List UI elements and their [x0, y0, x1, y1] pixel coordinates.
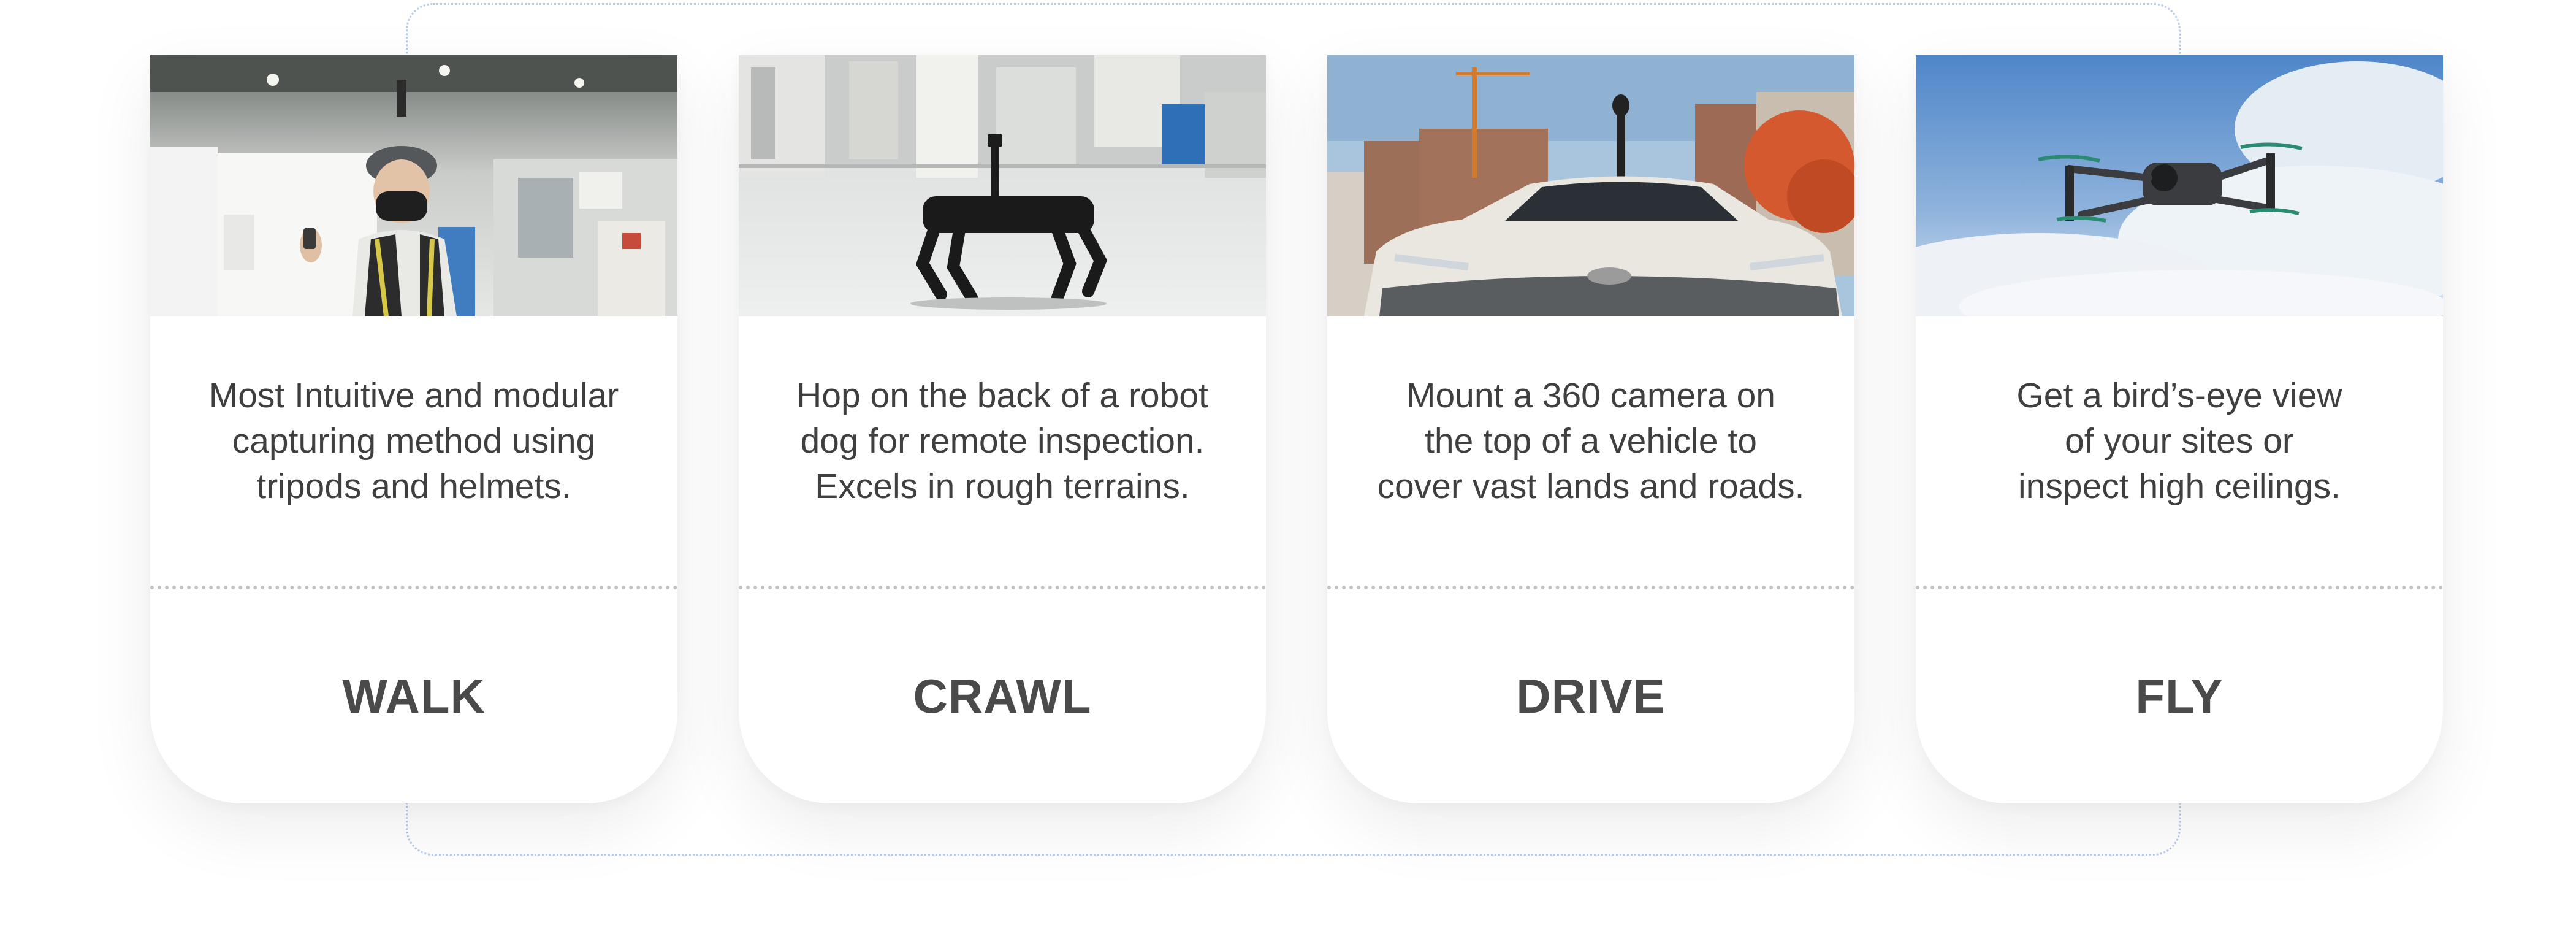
mode-label-fly: FLY [2135, 669, 2224, 723]
mode-label-walk: WALK [342, 669, 486, 723]
description-line: Most Intuitive and modular [208, 376, 619, 415]
mode-label-drive: DRIVE [1516, 669, 1666, 723]
description-line: Get a bird’s-eye view [2016, 376, 2342, 415]
drive-photo [1327, 55, 1854, 316]
dotted-divider [150, 586, 677, 589]
dotted-divider [1327, 586, 1854, 589]
card-drive: Mount a 360 camera on the top of a vehic… [1327, 55, 1854, 803]
fly-description: Get a bird’s-eye view of your sites or i… [1940, 373, 2418, 509]
card-crawl: Hop on the back of a robot dog for remot… [739, 55, 1266, 803]
description-line: the top of a vehicle to [1425, 421, 1757, 461]
mode-label-crawl: CRAWL [913, 669, 1092, 723]
description-line: Excels in rough terrains. [815, 467, 1190, 506]
crawl-description: Hop on the back of a robot dog for remot… [763, 373, 1241, 509]
dotted-divider [1916, 586, 2443, 589]
crawl-photo [739, 55, 1266, 316]
description-line: dog for remote inspection. [800, 421, 1205, 461]
dotted-divider [739, 586, 1266, 589]
description-line: Mount a 360 camera on [1406, 376, 1776, 415]
description-line: Hop on the back of a robot [796, 376, 1208, 415]
fly-photo [1916, 55, 2443, 316]
description-line: of your sites or [2065, 421, 2294, 461]
description-line: capturing method using [232, 421, 596, 461]
walk-photo [150, 55, 677, 316]
description-line: cover vast lands and roads. [1377, 467, 1805, 506]
card-fly: Get a bird’s-eye view of your sites or i… [1916, 55, 2443, 803]
capture-methods-section: Most Intuitive and modular capturing met… [0, 0, 2576, 950]
walk-description: Most Intuitive and modular capturing met… [175, 373, 653, 509]
card-walk: Most Intuitive and modular capturing met… [150, 55, 677, 803]
description-line: inspect high ceilings. [2018, 467, 2341, 506]
drive-description: Mount a 360 camera on the top of a vehic… [1352, 373, 1830, 509]
description-line: tripods and helmets. [256, 467, 571, 506]
